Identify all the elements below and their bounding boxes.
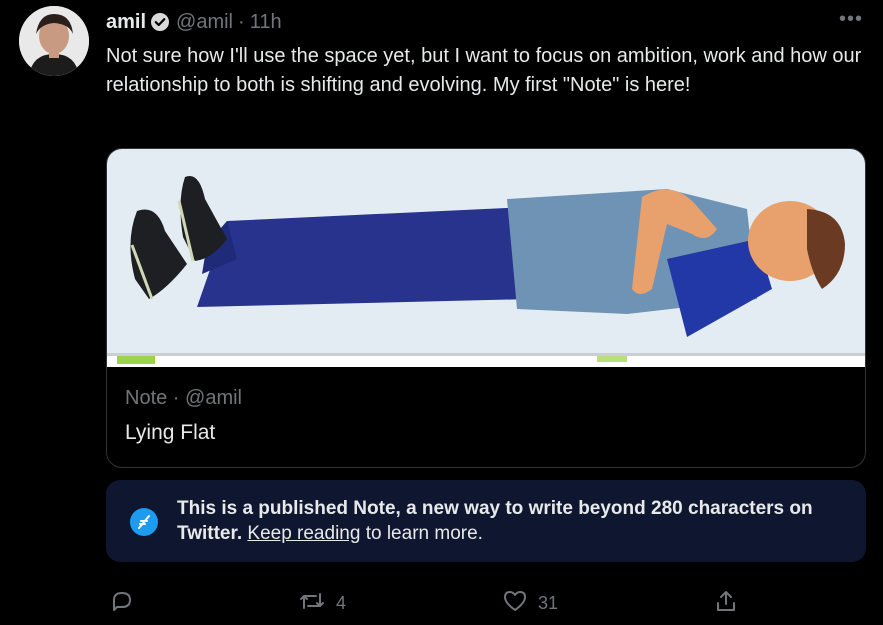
verified-badge-icon: [150, 12, 170, 32]
card-title: Lying Flat: [125, 421, 216, 444]
notes-notice-banner: This is a published Note, a new way to w…: [106, 480, 866, 562]
author-name[interactable]: amil: [106, 11, 146, 34]
keep-reading-link[interactable]: Keep reading: [247, 523, 360, 544]
retweet-icon: [298, 589, 326, 618]
notice-rest-text: to learn more.: [360, 523, 483, 544]
share-button[interactable]: [714, 588, 748, 618]
card-image: [107, 149, 865, 367]
separator-dot: ·: [238, 10, 245, 33]
tweet-actions: 4 31: [106, 588, 866, 618]
tweet-header: amil @amil · 11h: [106, 10, 282, 34]
card-meta: Note · @amil: [125, 387, 242, 409]
like-button[interactable]: 31: [502, 588, 558, 618]
retweet-count: 4: [336, 592, 347, 613]
timestamp[interactable]: 11h: [250, 11, 282, 34]
reply-icon: [110, 589, 134, 618]
tweet-text: Not sure how I'll use the space yet, but…: [106, 45, 862, 96]
avatar[interactable]: [19, 6, 89, 76]
heart-icon: [502, 589, 528, 618]
quill-icon: [130, 508, 158, 536]
reply-button[interactable]: [110, 588, 144, 618]
note-card[interactable]: Note · @amil Lying Flat: [106, 148, 866, 468]
like-count: 31: [538, 592, 559, 613]
author-handle[interactable]: @amil: [176, 11, 233, 34]
retweet-button[interactable]: 4: [298, 588, 346, 618]
notice-text: This is a published Note, a new way to w…: [177, 496, 852, 546]
more-horizontal-icon[interactable]: •••: [839, 9, 863, 29]
share-icon: [714, 589, 738, 618]
